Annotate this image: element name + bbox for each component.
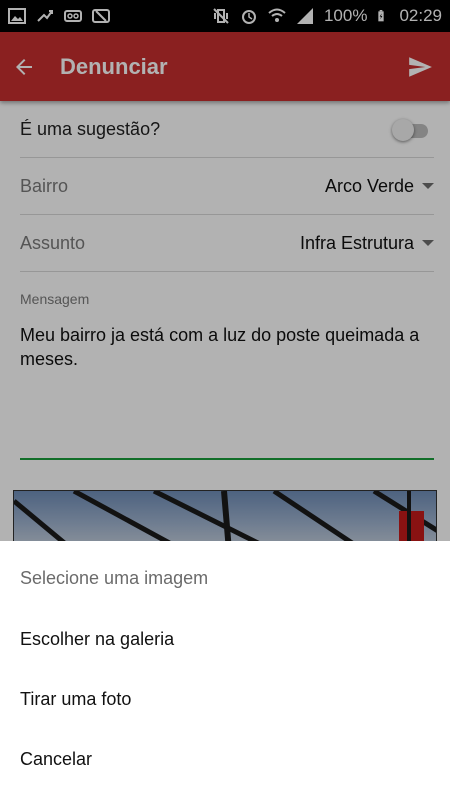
take-photo-option[interactable]: Tirar uma foto [0,669,450,729]
image-picker-sheet: Selecione uma imagem Escolher na galeria… [0,541,450,800]
sheet-title: Selecione uma imagem [20,568,209,588]
gallery-option[interactable]: Escolher na galeria [0,609,450,669]
cancel-option[interactable]: Cancelar [0,729,450,789]
